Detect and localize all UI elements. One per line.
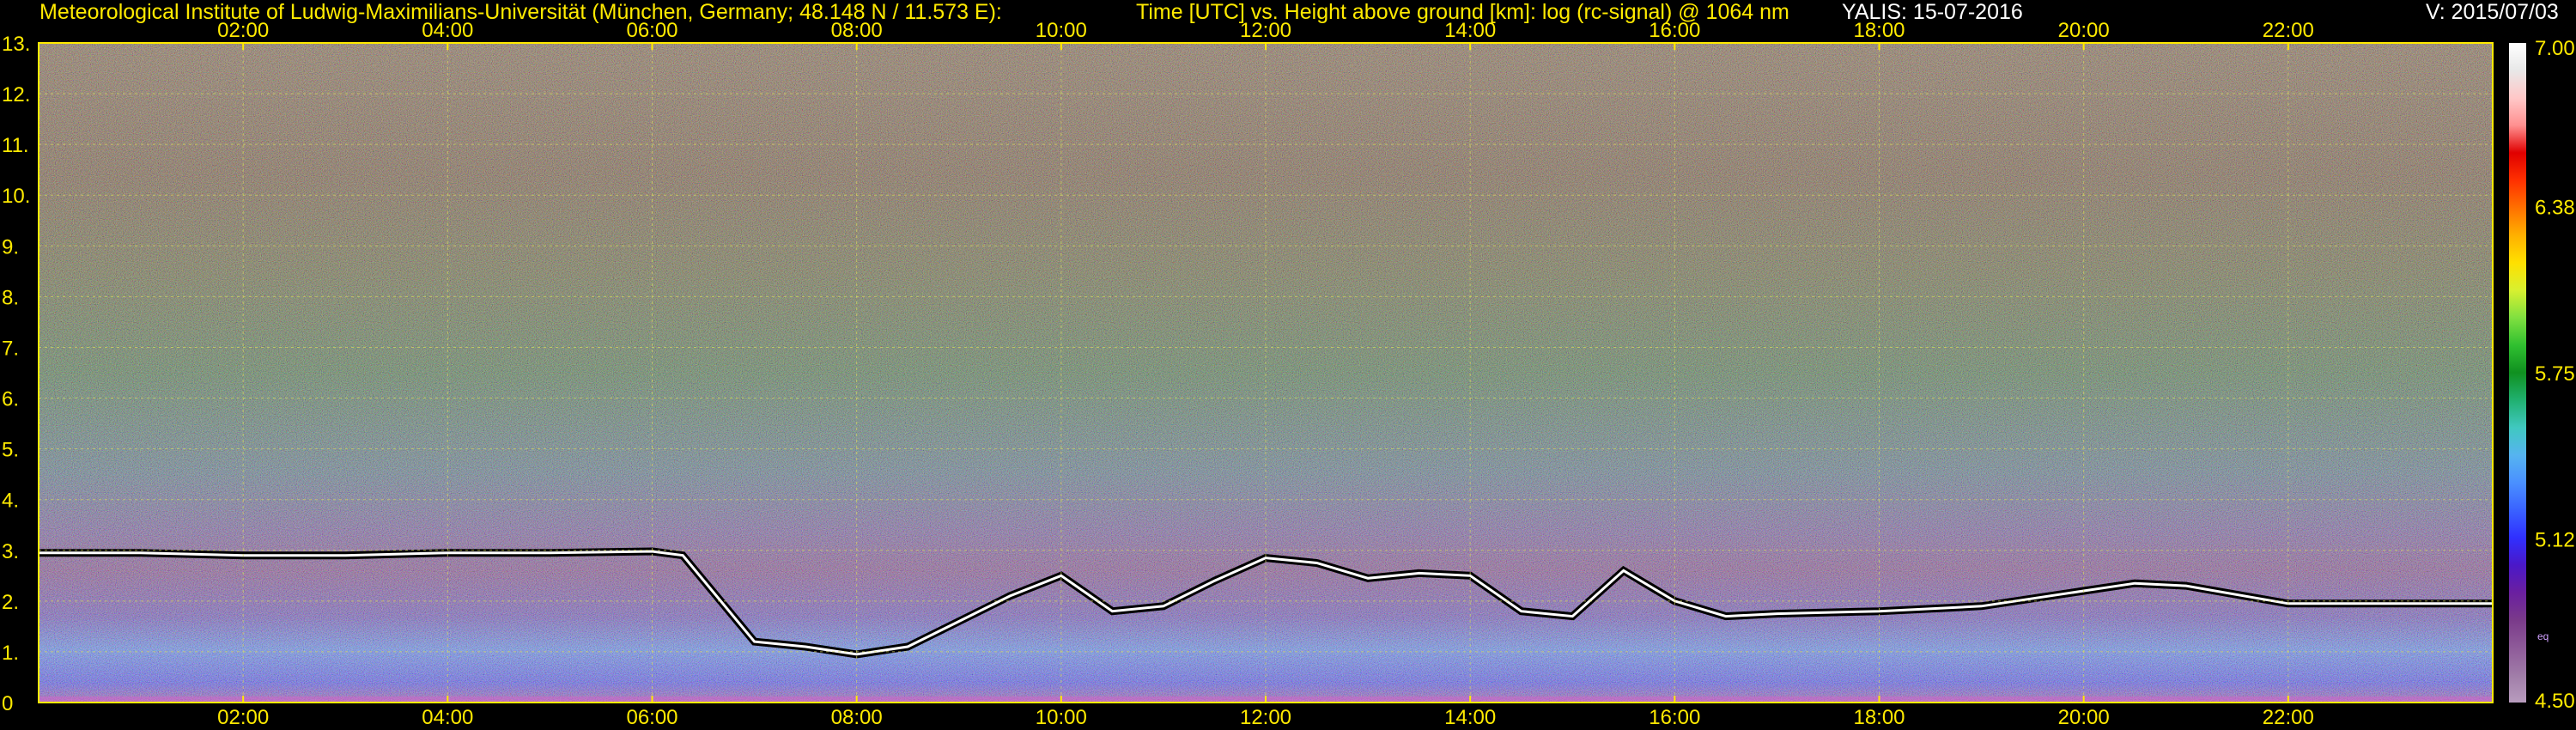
x-tick-label-bottom: 16:00 [1649,706,1700,729]
x-tick-label-bottom: 22:00 [2263,706,2314,729]
colorbar-tick-label: 5.12 [2535,529,2575,552]
x-tick-label-bottom: 02:00 [217,706,269,729]
x-tick-label-bottom: 08:00 [831,706,883,729]
x-tick-label-top: 10:00 [1036,19,1087,42]
y-tick-label: 1. [2,642,19,665]
colorbar-gradient [2509,43,2526,703]
colorbar-tick-label: 6.38 [2535,196,2575,219]
y-tick-label: 3. [2,540,19,563]
lidar-quicklook: Meteorological Institute of Ludwig-Maxim… [0,0,2576,730]
x-tick-label-bottom: 20:00 [2058,706,2110,729]
x-tick-label-bottom: 10:00 [1036,706,1087,729]
x-tick-label-top: 14:00 [1444,19,1496,42]
x-tick-label-top: 16:00 [1649,19,1700,42]
x-tick-label-top: 12:00 [1240,19,1291,42]
x-tick-label-bottom: 12:00 [1240,706,1291,729]
y-tick-label: 8. [2,286,19,309]
y-tick-label: 10. [2,185,30,208]
y-tick-label: 5. [2,439,19,462]
y-tick-label: 9. [2,235,19,259]
x-tick-label-top: 06:00 [626,19,677,42]
x-tick-label-top: 08:00 [831,19,883,42]
y-tick-label: 0 [2,692,13,715]
x-tick-label-top: 20:00 [2058,19,2110,42]
y-tick-label: 2. [2,591,19,614]
x-tick-label-bottom: 14:00 [1444,706,1496,729]
y-tick-label: 6. [2,388,19,411]
colorbar-unit-label: eq [2537,630,2549,642]
colorbar: 7.00 6.38 5.75 5.12 4.50 eq [2509,37,2575,713]
x-tick-label-bottom: 18:00 [1853,706,1905,729]
x-tick-label-top: 18:00 [1853,19,1905,42]
y-tick-label: 4. [2,490,19,513]
x-tick-label-bottom: 04:00 [422,706,473,729]
x-tick-label-top: 22:00 [2263,19,2314,42]
y-tick-label: 12. [2,83,30,106]
y-tick-label: 11. [2,134,29,157]
colorbar-tick-label: 4.50 [2535,690,2575,713]
y-tick-label: 7. [2,337,19,360]
x-tick-label-top: 04:00 [422,19,473,42]
colorbar-tick-label: 5.75 [2535,362,2575,386]
x-tick-label-top: 02:00 [217,19,269,42]
x-tick-label-bottom: 06:00 [626,706,677,729]
colorbar-tick-label: 7.00 [2535,37,2575,60]
lidar-heatmap-chart: 02:00 02:00 04:00 04:00 06:00 06:00 08:00 08:00… [2,19,2575,729]
y-tick-label: 13. [2,33,30,56]
